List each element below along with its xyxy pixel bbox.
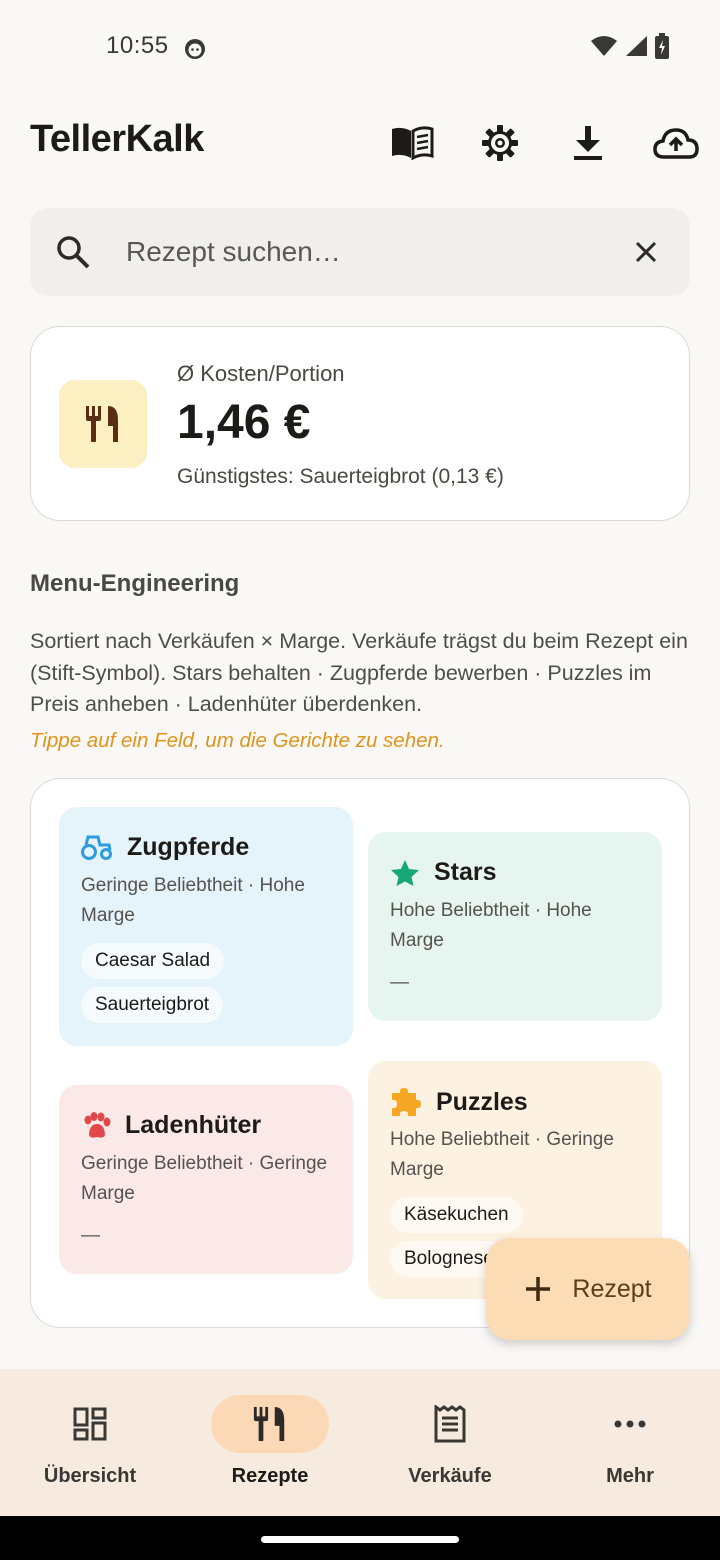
search-icon xyxy=(57,236,90,269)
download-button[interactable] xyxy=(565,120,611,166)
cat-icon xyxy=(185,39,205,59)
status-time: 10:55 xyxy=(106,32,169,59)
quadrant-zugpferde[interactable]: Zugpferde Geringe Beliebtheit · Hohe Mar… xyxy=(59,807,353,1046)
app-title: TellerKalk xyxy=(30,118,204,160)
dashboard-icon xyxy=(73,1407,107,1441)
section-title: Menu-Engineering xyxy=(30,570,240,597)
dish-chip[interactable]: Käsekuchen xyxy=(390,1197,523,1233)
quadrant-stars[interactable]: Stars Hohe Beliebtheit · Hohe Marge — xyxy=(368,832,662,1021)
quadrant-description: Hohe Beliebtheit · Hohe Marge xyxy=(390,900,592,951)
cost-icon-box xyxy=(59,380,147,468)
nav-label: Mehr xyxy=(606,1465,654,1487)
add-recipe-label: Rezept xyxy=(572,1274,652,1303)
book-button[interactable] xyxy=(389,120,435,166)
dish-chip[interactable]: Sauerteigbrot xyxy=(81,987,224,1023)
status-bar: 10:55 xyxy=(0,0,720,96)
quadrant-description: Geringe Beliebtheit · Geringe Marge xyxy=(81,1153,328,1204)
restaurant-icon xyxy=(86,406,118,442)
quadrant-description: Hohe Beliebtheit · Geringe Marge xyxy=(390,1129,614,1180)
settings-button[interactable] xyxy=(477,120,523,166)
home-indicator[interactable] xyxy=(261,1536,459,1543)
section-description: Sortiert nach Verkäufen × Marge. Verkäuf… xyxy=(30,629,688,716)
receipt-icon xyxy=(434,1405,466,1443)
cheapest-recipe: Günstigstes: Sauerteigbrot (0,13 €) xyxy=(177,465,504,488)
nav-label: Rezepte xyxy=(231,1465,309,1487)
dish-chip[interactable]: Caesar Salad xyxy=(81,943,225,979)
nav-label: Übersicht xyxy=(43,1465,137,1487)
upload-cloud-button[interactable] xyxy=(653,120,699,166)
search-input[interactable] xyxy=(126,226,606,278)
section-hint: Tippe auf ein Feld, um die Gerichte zu s… xyxy=(30,729,445,752)
nav-item-mehr[interactable]: Mehr xyxy=(540,1369,720,1516)
nav-item-verkaeufe[interactable]: Verkäufe xyxy=(360,1369,540,1516)
empty-marker: — xyxy=(81,1225,100,1246)
signal-icon xyxy=(626,36,647,56)
cost-label: Ø Kosten/Portion xyxy=(177,361,345,386)
quadrant-title: Puzzles xyxy=(436,1087,528,1116)
puzzle-icon xyxy=(392,1088,421,1116)
quadrant-title: Zugpferde xyxy=(127,833,250,861)
status-icons xyxy=(590,33,670,59)
nav-item-uebersicht[interactable]: Übersicht xyxy=(0,1369,180,1516)
app-bar: TellerKalk xyxy=(0,104,720,180)
tractor-icon xyxy=(81,835,112,860)
cost-value: 1,46 € xyxy=(177,396,311,449)
restaurant-icon xyxy=(253,1406,285,1442)
wifi-icon xyxy=(591,36,617,56)
paw-icon xyxy=(84,1111,111,1138)
cost-summary-card: Ø Kosten/Portion 1,46 € Günstigstes: Sau… xyxy=(30,326,690,521)
download-icon xyxy=(574,126,602,160)
nav-label: Verkäufe xyxy=(408,1465,492,1487)
cloud-upload-icon xyxy=(653,128,699,159)
star-icon xyxy=(391,859,419,886)
plus-icon xyxy=(526,1277,551,1301)
quadrant-title: Ladenhüter xyxy=(125,1111,262,1139)
battery-icon xyxy=(655,33,669,59)
quadrant-description: Geringe Beliebtheit · Hohe Marge xyxy=(81,875,305,926)
bottom-navigation: Übersicht Rezepte Verkäufe Mehr xyxy=(0,1369,720,1516)
search-bar xyxy=(30,208,690,296)
empty-marker: — xyxy=(390,972,409,993)
gear-icon xyxy=(482,125,518,161)
book-icon xyxy=(392,126,434,160)
quadrant-title: Stars xyxy=(434,858,497,886)
more-icon xyxy=(614,1420,646,1428)
add-recipe-button[interactable]: Rezept xyxy=(486,1238,690,1340)
gesture-bar xyxy=(0,1516,720,1560)
close-icon[interactable] xyxy=(628,234,664,270)
nav-item-rezepte[interactable]: Rezepte xyxy=(180,1369,360,1516)
quadrant-ladenhueter[interactable]: Ladenhüter Geringe Beliebtheit · Geringe… xyxy=(59,1085,353,1274)
